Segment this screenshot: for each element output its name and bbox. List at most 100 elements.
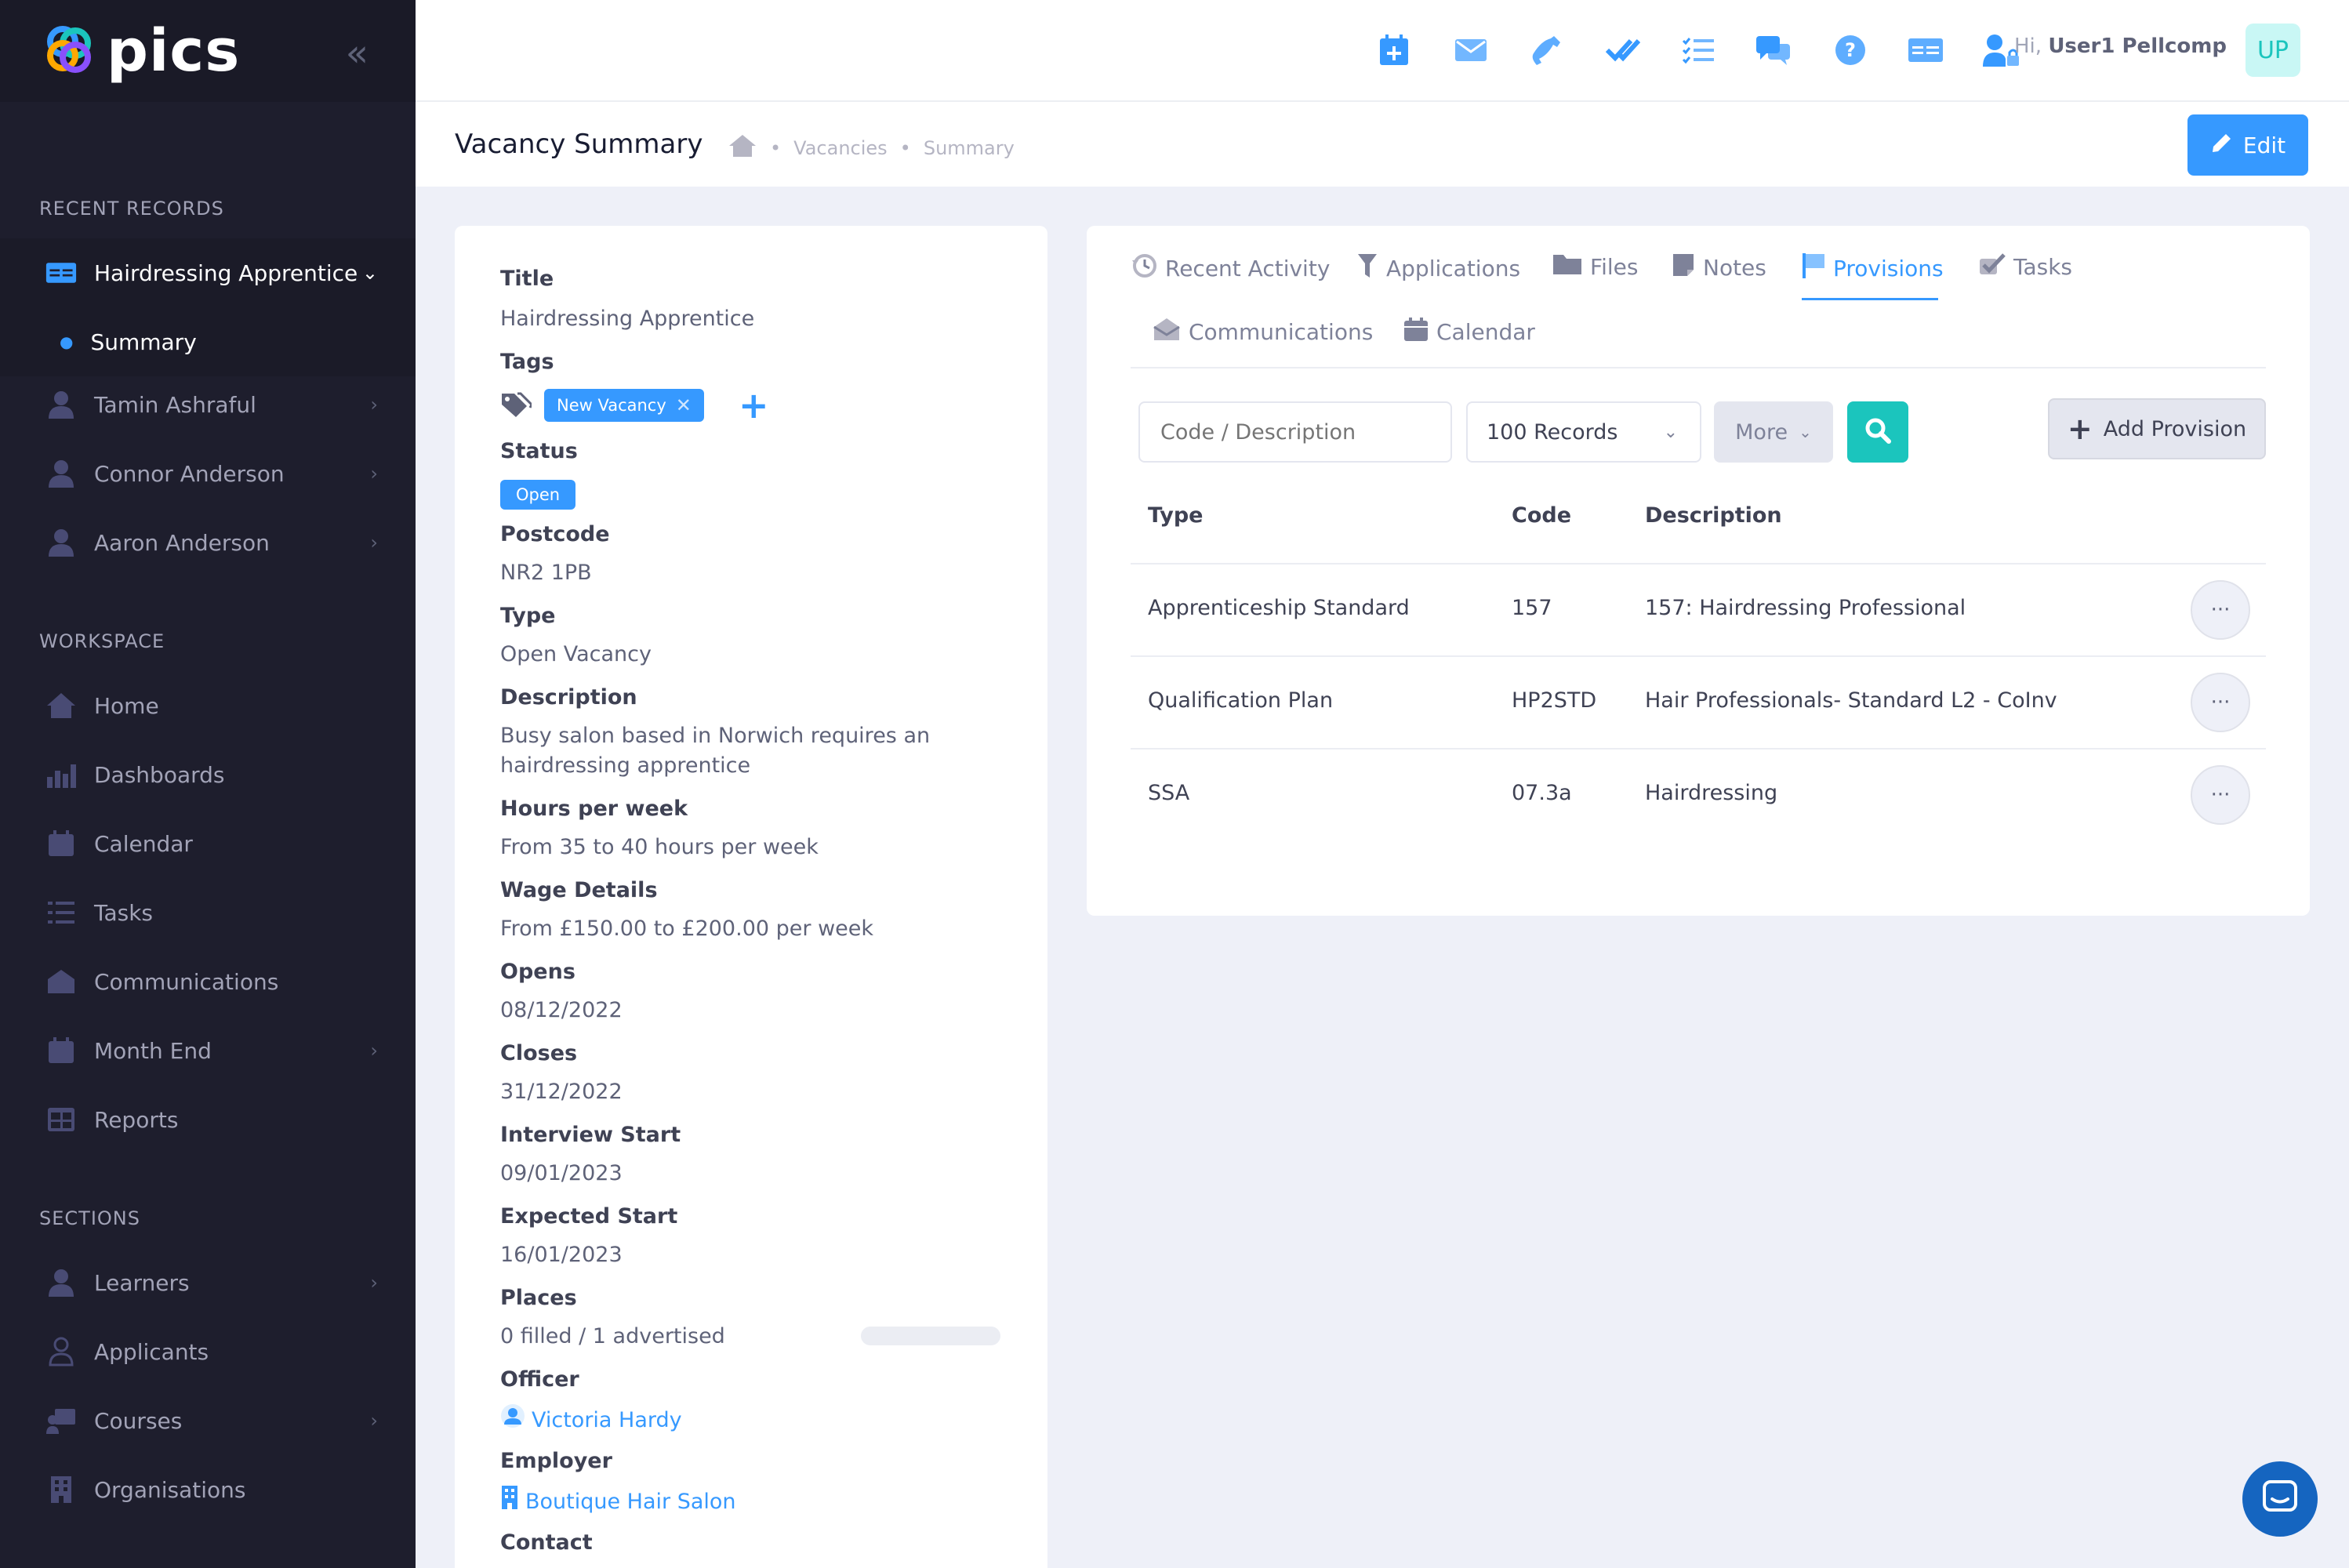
sidebar-item-connor-anderson[interactable]: Connor Anderson ›: [0, 439, 416, 508]
row-actions-button[interactable]: ···: [2191, 580, 2250, 640]
tag-new-vacancy[interactable]: New Vacancy ✕: [544, 389, 704, 422]
tab-calendar[interactable]: Calendar: [1403, 317, 1535, 347]
sidebar-item-label: Aaron Anderson: [94, 529, 270, 556]
sidebar-item-label: Summary: [90, 328, 197, 355]
employer-link[interactable]: Boutique Hair Salon: [500, 1485, 736, 1519]
phone-icon[interactable]: [1527, 31, 1565, 69]
sidebar-item-calendar[interactable]: Calendar: [0, 809, 416, 878]
tab-provisions[interactable]: Provisions: [1802, 252, 1944, 285]
checklist-icon[interactable]: [1679, 31, 1717, 69]
add-provision-button[interactable]: + Add Provision: [2048, 398, 2266, 459]
tab-label: Recent Activity: [1165, 256, 1331, 281]
calendar-icon: [45, 1035, 77, 1066]
places-label: Places: [500, 1286, 577, 1310]
tab-tasks[interactable]: Tasks: [1979, 252, 2072, 281]
pencil-icon: [2210, 131, 2234, 160]
tab-recent-activity[interactable]: Recent Activity: [1131, 252, 1330, 285]
sidebar-item-summary[interactable]: ● Summary: [0, 307, 416, 376]
tab-applications[interactable]: Applications: [1356, 252, 1520, 285]
expected-start-value: 16/01/2023: [500, 1243, 623, 1267]
id-card-icon[interactable]: [1907, 31, 1944, 69]
sidebar-item-reports[interactable]: Reports: [0, 1085, 416, 1154]
records-per-page-select[interactable]: 100 Records ⌄: [1466, 401, 1701, 463]
home-icon[interactable]: [728, 133, 757, 163]
sidebar-item-tasks[interactable]: Tasks: [0, 878, 416, 947]
support-chat-button[interactable]: [2242, 1461, 2318, 1537]
places-value: 0 filled / 1 advertised: [500, 1324, 725, 1348]
sidebar-item-organisations[interactable]: Organisations: [0, 1455, 416, 1524]
calendar-plus-icon[interactable]: [1375, 31, 1413, 69]
sidebar-item-hairdressing-apprentice[interactable]: Hairdressing Apprentice ⌄: [0, 238, 416, 307]
sidebar-item-communications[interactable]: Communications: [0, 947, 416, 1016]
row-description: 157: Hairdressing Professional: [1645, 596, 1966, 620]
more-filters-button[interactable]: More ⌄: [1714, 401, 1833, 463]
sidebar-item-label: Organisations: [94, 1476, 246, 1503]
history-icon: [1131, 252, 1157, 285]
table-row[interactable]: Qualification Plan HP2STD Hair Professio…: [1131, 655, 2266, 748]
sidebar-item-home[interactable]: Home: [0, 671, 416, 740]
chevron-right-icon: ›: [370, 394, 378, 416]
help-icon[interactable]: ?: [1832, 31, 1869, 69]
sidebar-item-label: Reports: [94, 1106, 179, 1133]
closes-label: Closes: [500, 1041, 578, 1065]
row-code: HP2STD: [1512, 688, 1597, 713]
sidebar-item-label: Tasks: [94, 899, 154, 926]
building-icon: [500, 1485, 519, 1519]
collapse-sidebar-icon[interactable]: «: [346, 31, 369, 75]
edit-button[interactable]: Edit: [2187, 114, 2308, 176]
recent-records-heading: RECENT RECORDS: [39, 198, 224, 220]
officer-link[interactable]: Victoria Hardy: [500, 1403, 682, 1437]
user-name: User1 Pellcomp: [2048, 34, 2227, 58]
chat-icon[interactable]: [1755, 31, 1792, 69]
workspace-heading: WORKSPACE: [39, 630, 165, 652]
note-icon: [1672, 252, 1695, 283]
sidebar: pics « RECENT RECORDS Hairdressing Appre…: [0, 0, 416, 1568]
table-row[interactable]: SSA 07.3a Hairdressing ···: [1131, 748, 2266, 840]
sidebar-item-applicants[interactable]: Applicants: [0, 1317, 416, 1386]
employer-label: Employer: [500, 1449, 612, 1473]
double-check-icon[interactable]: [1604, 31, 1642, 69]
chevron-right-icon: ›: [370, 1410, 378, 1432]
contact-label: Contact: [500, 1530, 593, 1555]
funnel-icon: [1356, 252, 1378, 285]
sidebar-item-courses[interactable]: Courses ›: [0, 1386, 416, 1455]
row-actions-button[interactable]: ···: [2191, 765, 2250, 825]
add-tag-icon[interactable]: +: [739, 384, 769, 426]
row-actions-button[interactable]: ···: [2191, 673, 2250, 732]
tab-notes[interactable]: Notes: [1672, 252, 1766, 283]
remove-tag-icon[interactable]: ✕: [676, 394, 692, 416]
table-row[interactable]: Apprenticeship Standard 157 157: Hairdre…: [1131, 563, 2266, 655]
id-card-icon: [45, 257, 77, 289]
sidebar-item-dashboards[interactable]: Dashboards: [0, 740, 416, 809]
type-value: Open Vacancy: [500, 642, 652, 666]
places-progress-bar: [861, 1327, 1000, 1345]
sidebar-item-learners[interactable]: Learners ›: [0, 1248, 416, 1317]
column-header-description[interactable]: Description: [1645, 503, 1782, 528]
table-icon: [45, 1104, 77, 1135]
column-header-code[interactable]: Code: [1512, 503, 1571, 528]
breadcrumb-summary[interactable]: Summary: [924, 137, 1015, 159]
code-description-search-input[interactable]: [1138, 401, 1452, 463]
sidebar-item-aaron-anderson[interactable]: Aaron Anderson ›: [0, 508, 416, 577]
tag-label: New Vacancy: [557, 396, 666, 415]
sidebar-item-label: Courses: [94, 1407, 183, 1434]
status-badge: Open: [500, 480, 576, 510]
tab-communications[interactable]: Communications: [1153, 317, 1373, 347]
postcode-value: NR2 1PB: [500, 561, 592, 585]
column-header-type[interactable]: Type: [1148, 503, 1203, 528]
search-button[interactable]: [1847, 401, 1908, 463]
sidebar-item-label: Communications: [94, 968, 279, 995]
row-type: Qualification Plan: [1148, 688, 1334, 713]
tab-files[interactable]: Files: [1552, 252, 1638, 281]
sidebar-item-tamin-ashraful[interactable]: Tamin Ashraful ›: [0, 370, 416, 439]
sidebar-item-month-end[interactable]: Month End ›: [0, 1016, 416, 1085]
chevron-right-icon: ›: [370, 1040, 378, 1062]
breadcrumb-vacancies[interactable]: Vacancies: [793, 137, 888, 159]
avatar[interactable]: UP: [2246, 24, 2300, 77]
user-greeting[interactable]: Hi, User1 Pellcomp: [2014, 34, 2227, 58]
sidebar-item-label: Dashboards: [94, 761, 225, 788]
envelope-icon[interactable]: [1452, 31, 1490, 69]
page-title: Vacancy Summary: [455, 129, 703, 160]
row-description: Hairdressing: [1645, 781, 1778, 805]
more-label: More: [1735, 419, 1788, 445]
